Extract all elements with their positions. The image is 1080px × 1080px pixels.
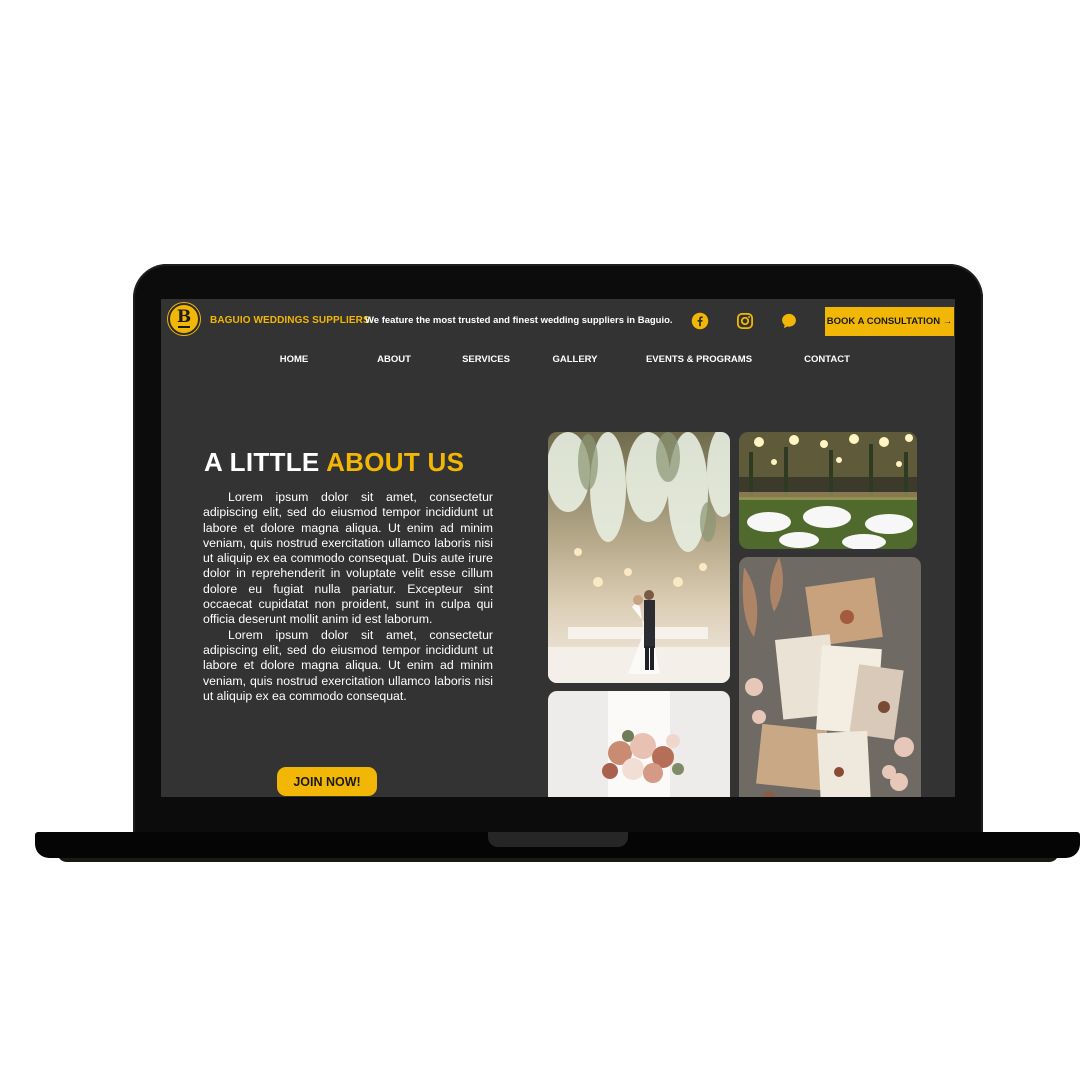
brand-name: BAGUIO WEDDINGS SUPPLIERS. (210, 315, 373, 326)
reception-venue-photo (739, 432, 917, 549)
nav-events-programs[interactable]: EVENTS & PROGRAMS (646, 354, 752, 365)
nav-home[interactable]: HOME (280, 354, 309, 365)
instagram-icon[interactable] (736, 312, 754, 330)
laptop-hinge-notch (488, 832, 628, 847)
nav-gallery[interactable]: GALLERY (552, 354, 597, 365)
join-now-button[interactable]: JOIN NOW! (277, 767, 377, 796)
bridal-bouquet-photo (548, 691, 730, 797)
book-consultation-button[interactable]: BOOK A CONSULTATION → (825, 307, 954, 336)
nav-about[interactable]: ABOUT (377, 354, 411, 365)
about-paragraph-1: Lorem ipsum dolor sit amet, consectetur … (203, 490, 493, 627)
about-paragraph-2: Lorem ipsum dolor sit amet, consectetur … (203, 627, 493, 703)
wedding-ceremony-photo (548, 432, 730, 683)
logo-letter: B (176, 307, 192, 327)
chat-icon[interactable] (780, 312, 798, 330)
brand-tagline: We feature the most trusted and finest w… (365, 315, 673, 326)
facebook-icon[interactable] (691, 312, 709, 330)
about-heading-white: A LITTLE (204, 447, 320, 477)
wedding-invitations-photo (739, 557, 921, 797)
nav-services[interactable]: SERVICES (462, 354, 510, 365)
logo-underline (178, 326, 190, 328)
about-heading: A LITTLE ABOUT US (204, 447, 464, 478)
website-screen: B BAGUIO WEDDINGS SUPPLIERS. We feature … (161, 299, 955, 797)
brand-logo[interactable]: B (168, 303, 200, 335)
about-text: Lorem ipsum dolor sit amet, consectetur … (203, 490, 493, 704)
nav-contact[interactable]: CONTACT (804, 354, 850, 365)
about-heading-gold: ABOUT US (326, 447, 465, 477)
